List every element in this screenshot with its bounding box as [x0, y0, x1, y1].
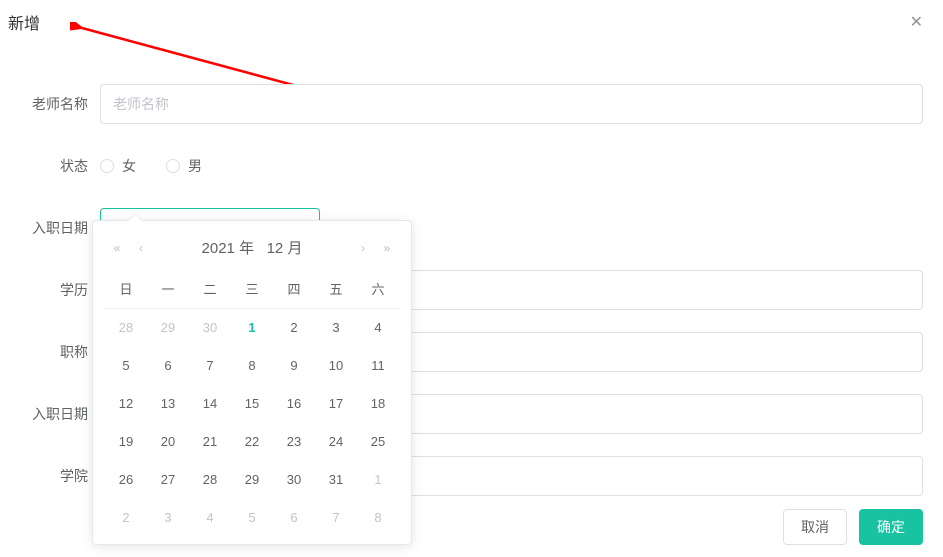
date-cell[interactable]: 15 [231, 384, 273, 422]
date-cell[interactable]: 3 [315, 308, 357, 346]
label-title: 职称 [20, 342, 100, 362]
date-cell[interactable]: 16 [273, 384, 315, 422]
weekday-header: 四 [273, 270, 315, 308]
label-college: 学院 [20, 466, 100, 486]
date-cell[interactable]: 26 [105, 460, 147, 498]
date-picker-panel: « ‹ 2021 年 12 月 › » 日一二三四五六 282930123456… [92, 220, 412, 545]
date-cell[interactable]: 2 [273, 308, 315, 346]
weekday-header: 日 [105, 270, 147, 308]
date-cell[interactable]: 9 [273, 346, 315, 384]
date-cell[interactable]: 8 [357, 498, 399, 536]
date-cell[interactable]: 6 [273, 498, 315, 536]
date-cell[interactable]: 2 [105, 498, 147, 536]
weekday-header: 二 [189, 270, 231, 308]
label-teacher-name: 老师名称 [20, 94, 100, 114]
date-cell[interactable]: 7 [315, 498, 357, 536]
date-cell[interactable]: 6 [147, 346, 189, 384]
label-hire-date-2: 入职日期 [20, 404, 100, 424]
date-cell[interactable]: 4 [357, 308, 399, 346]
prev-month-button[interactable]: ‹ [133, 241, 149, 255]
date-cell[interactable]: 30 [189, 308, 231, 346]
radio-male-label: 男 [188, 156, 202, 176]
date-cell[interactable]: 28 [105, 308, 147, 346]
dialog-title: 新增 [8, 10, 40, 34]
date-cell[interactable]: 8 [231, 346, 273, 384]
dialog-footer: 取消 确定 [783, 509, 923, 545]
date-cell[interactable]: 25 [357, 422, 399, 460]
weekday-header: 五 [315, 270, 357, 308]
date-picker-month[interactable]: 12 月 [267, 240, 303, 257]
status-radio-group: 女 男 [100, 146, 923, 186]
date-cell[interactable]: 11 [357, 346, 399, 384]
teacher-name-input[interactable] [100, 84, 923, 124]
next-month-button[interactable]: › [355, 241, 371, 255]
date-picker-year[interactable]: 2021 年 [202, 240, 255, 257]
date-cell[interactable]: 20 [147, 422, 189, 460]
next-year-button[interactable]: » [379, 241, 395, 255]
date-cell[interactable]: 18 [357, 384, 399, 422]
date-cell[interactable]: 29 [231, 460, 273, 498]
date-cell[interactable]: 22 [231, 422, 273, 460]
date-cell[interactable]: 5 [105, 346, 147, 384]
date-cell[interactable]: 5 [231, 498, 273, 536]
row-teacher-name: 老师名称 [20, 84, 923, 124]
radio-circle-icon [166, 159, 180, 173]
date-cell[interactable]: 30 [273, 460, 315, 498]
date-cell[interactable]: 10 [315, 346, 357, 384]
date-cell[interactable]: 13 [147, 384, 189, 422]
radio-male[interactable]: 男 [166, 156, 202, 176]
date-cell[interactable]: 19 [105, 422, 147, 460]
date-cell[interactable]: 7 [189, 346, 231, 384]
date-cell[interactable]: 17 [315, 384, 357, 422]
date-cell[interactable]: 28 [189, 460, 231, 498]
cancel-button[interactable]: 取消 [783, 509, 847, 545]
date-cell[interactable]: 29 [147, 308, 189, 346]
date-cell[interactable]: 1 [357, 460, 399, 498]
date-cell[interactable]: 4 [189, 498, 231, 536]
date-cell[interactable]: 21 [189, 422, 231, 460]
label-education: 学历 [20, 280, 100, 300]
dialog-header: 新增 ✕ [0, 0, 943, 34]
close-icon[interactable]: ✕ [910, 12, 923, 32]
popover-arrow-icon [128, 214, 142, 221]
prev-year-button[interactable]: « [109, 241, 125, 255]
radio-female[interactable]: 女 [100, 156, 136, 176]
date-cell[interactable]: 1 [231, 308, 273, 346]
label-hire-date: 入职日期 [20, 218, 100, 238]
date-cell[interactable]: 24 [315, 422, 357, 460]
date-picker-header: « ‹ 2021 年 12 月 › » [105, 231, 399, 270]
weekday-header: 六 [357, 270, 399, 308]
confirm-button[interactable]: 确定 [859, 509, 923, 545]
label-status: 状态 [20, 156, 100, 176]
date-picker-title: 2021 年 12 月 [202, 237, 303, 258]
weekday-header: 一 [147, 270, 189, 308]
date-cell[interactable]: 3 [147, 498, 189, 536]
radio-circle-icon [100, 159, 114, 173]
date-cell[interactable]: 14 [189, 384, 231, 422]
date-cell[interactable]: 31 [315, 460, 357, 498]
date-picker-table: 日一二三四五六 28293012345678910111213141516171… [105, 270, 399, 536]
row-status: 状态 女 男 [20, 146, 923, 186]
radio-female-label: 女 [122, 156, 136, 176]
date-cell[interactable]: 23 [273, 422, 315, 460]
date-cell[interactable]: 27 [147, 460, 189, 498]
weekday-header: 三 [231, 270, 273, 308]
date-cell[interactable]: 12 [105, 384, 147, 422]
